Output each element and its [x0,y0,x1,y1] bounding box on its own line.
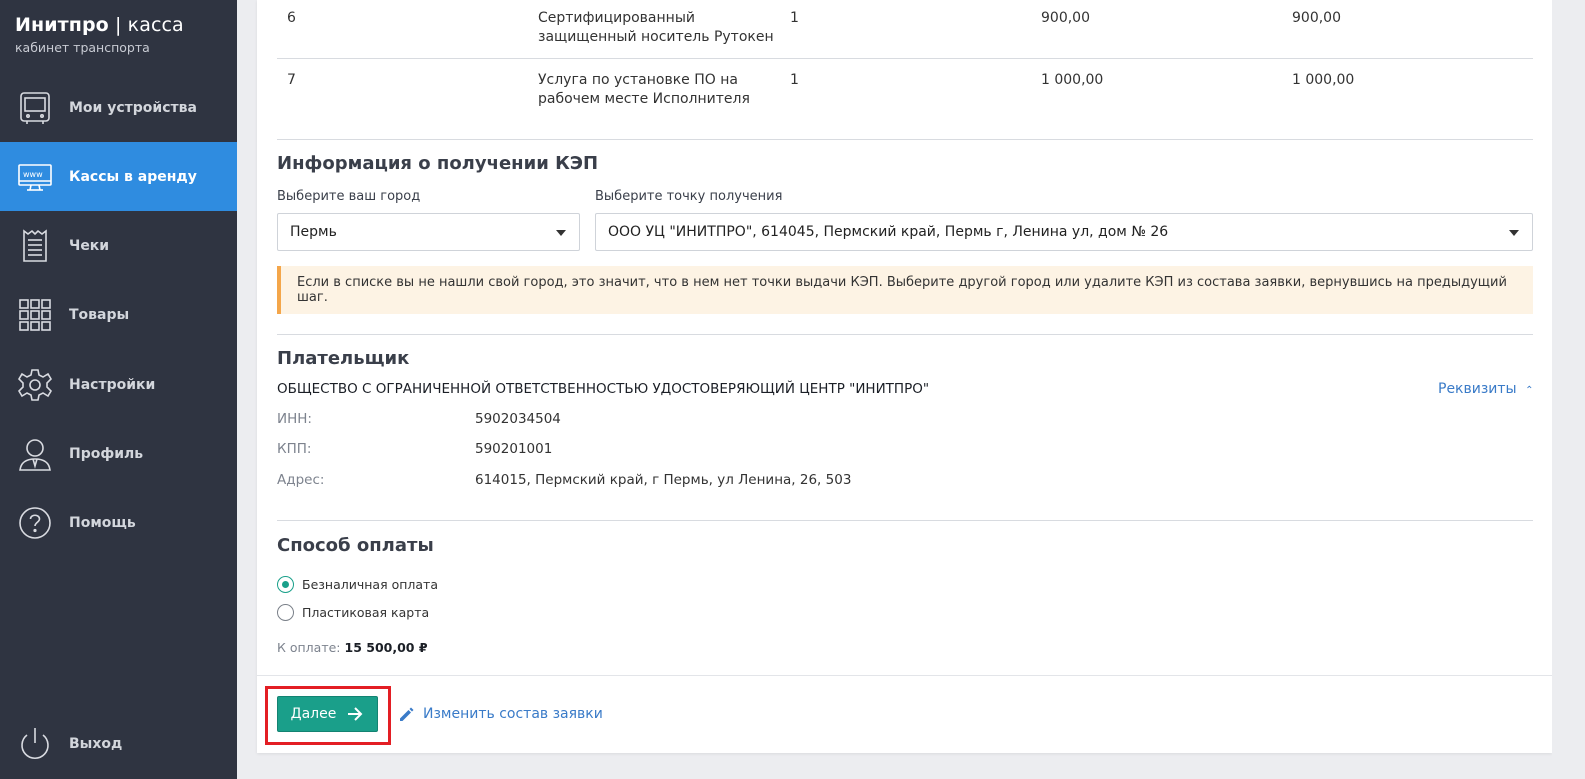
receipt-icon [17,228,53,264]
edit-order-link[interactable]: Изменить состав заявки [397,704,603,724]
nav-item-help[interactable]: Помощь [0,488,237,557]
www-monitor-icon: www [17,159,53,195]
next-button-label: Далее [290,706,337,722]
radio-cashless[interactable]: Безналичная оплата [277,576,438,593]
nav-item-profile[interactable]: Профиль [0,419,237,488]
next-button[interactable]: Далее [277,696,378,732]
radio-card[interactable]: Пластиковая карта [277,604,429,621]
nav-item-logout[interactable]: Выход [0,709,237,778]
section-divider [277,520,1533,521]
cell-name-line: рабочем месте Исполнителя [538,91,750,107]
cell-name: Услуга по установке ПО на рабочем месте И… [538,71,750,109]
section-divider [277,139,1533,140]
warning-notice: Если в списке вы не нашли свой город, эт… [277,266,1533,314]
gear-icon [17,367,53,403]
nav-label: Мои устройства [69,99,197,116]
brand: Инитпро | касса кабинет транспорта [15,14,184,55]
nav-label: Чеки [69,237,110,254]
help-icon [17,505,53,541]
kpp-value: 590201001 [475,441,553,457]
nav-label: Помощь [69,514,136,531]
nav-item-my-devices[interactable]: Мои устройства [0,73,237,142]
kpp-label: КПП: [277,441,312,457]
brand-title-bold: Инитпро [15,14,109,36]
edit-order-label: Изменить состав заявки [423,706,603,722]
radio-indicator [277,604,294,621]
table-row: 7 Услуга по установке ПО на рабочем месте… [277,71,1533,111]
nav-item-rent-registers[interactable]: www Кассы в аренду [0,142,237,211]
order-card: 6 Сертифицированный защищенный носитель Р… [257,0,1552,753]
pickup-point-label: Выберите точку получения [595,189,783,204]
total-label: К оплате: [277,640,341,655]
section-divider [277,334,1533,335]
inn-label: ИНН: [277,411,312,427]
chevron-up-icon: ⌃ [1525,385,1534,396]
brand-title-separator: | [108,14,128,36]
kep-section-title: Информация о получении КЭП [277,153,599,174]
cell-price: 1 000,00 [1041,72,1104,88]
cell-sum: 1 000,00 [1292,72,1355,88]
cell-name-line: Сертифицированный [538,10,695,26]
device-icon [17,90,53,126]
table-row: 6 Сертифицированный защищенный носитель Р… [277,9,1533,49]
cell-name: Сертифицированный защищенный носитель Рут… [538,9,774,47]
svg-text:www: www [23,170,43,179]
cell-sum: 900,00 [1292,10,1341,26]
nav-label: Товары [69,306,130,323]
nav-item-goods[interactable]: Товары [0,280,237,349]
pickup-point-select-value: ООО УЦ "ИНИТПРО", 614045, Пермский край,… [608,224,1169,240]
total-value: 15 500,00 ₽ [344,640,428,655]
cell-num: 7 [287,72,296,88]
chevron-down-icon [556,230,566,236]
user-icon [17,436,53,472]
city-select-value: Пермь [290,224,337,240]
radio-indicator [277,576,294,593]
brand-title: Инитпро | касса [15,14,184,36]
payment-section-title: Способ оплаты [277,535,434,556]
radio-label: Безналичная оплата [302,577,438,592]
payer-section-title: Плательщик [277,348,410,369]
nav-item-settings[interactable]: Настройки [0,350,237,419]
inn-value: 5902034504 [475,411,561,427]
nav-label: Выход [69,735,123,752]
nav-label: Кассы в аренду [69,168,197,185]
cell-name-line: защищенный носитель Рутокен [538,29,774,45]
warning-notice-text: Если в списке вы не нашли свой город, эт… [297,275,1507,305]
address-value: 614015, Пермский край, г Пермь, ул Ленин… [475,472,852,488]
address-label: Адрес: [277,472,325,488]
footer-divider [257,675,1552,676]
pickup-point-select[interactable]: ООО УЦ "ИНИТПРО", 614045, Пермский край,… [595,213,1533,251]
sidebar: Инитпро | касса кабинет транспорта Мои у… [0,0,237,779]
requisites-toggle[interactable]: Реквизиты ⌃ [1438,381,1533,397]
cell-name-line: Услуга по установке ПО на [538,72,738,88]
nav-label: Настройки [69,376,156,393]
payer-name: ОБЩЕСТВО С ОГРАНИЧЕННОЙ ОТВЕТСТВЕННОСТЬЮ… [277,381,930,397]
power-icon [17,726,53,762]
city-select[interactable]: Пермь [277,213,580,251]
nav-label: Профиль [69,445,144,462]
requisites-link-label: Реквизиты [1438,381,1517,397]
grid-icon [17,297,53,333]
radio-label: Пластиковая карта [302,605,430,620]
cell-qty: 1 [790,72,799,88]
city-label: Выберите ваш город [277,189,421,204]
brand-subtitle: кабинет транспорта [15,40,150,55]
cell-price: 900,00 [1041,10,1090,26]
arrow-right-icon [348,707,363,721]
pencil-icon [400,707,414,721]
cell-qty: 1 [790,10,799,26]
nav-item-receipts[interactable]: Чеки [0,211,237,280]
cell-num: 6 [287,10,296,26]
row-divider [277,58,1533,59]
total-amount: К оплате: 15 500,00 ₽ [277,640,428,655]
brand-title-light: касса [127,14,184,36]
page-background-strip [1552,0,1585,779]
chevron-down-icon [1509,230,1519,236]
